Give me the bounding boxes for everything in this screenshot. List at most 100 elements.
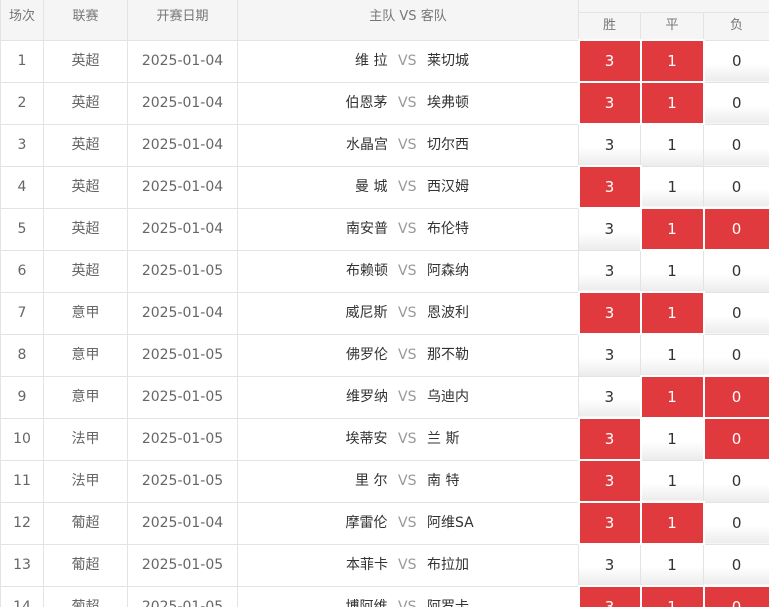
match-date: 2025-01-04 bbox=[127, 165, 238, 209]
league-name: 意甲 bbox=[43, 333, 128, 377]
match-date: 2025-01-05 bbox=[127, 585, 238, 607]
match-date: 2025-01-04 bbox=[127, 123, 238, 167]
vs-label: VS bbox=[398, 94, 417, 111]
header-draw: 平 bbox=[640, 12, 704, 41]
lose-option-button[interactable]: 0 bbox=[702, 39, 769, 83]
lose-option-button[interactable]: 0 bbox=[702, 123, 769, 167]
draw-option-button[interactable]: 1 bbox=[640, 417, 704, 461]
match-date: 2025-01-05 bbox=[127, 333, 238, 377]
away-team: 切尔西 bbox=[427, 136, 469, 153]
match-index: 3 bbox=[0, 123, 44, 167]
league-name: 英超 bbox=[43, 249, 128, 293]
lose-option-button[interactable]: 0 bbox=[702, 207, 769, 251]
draw-option-button[interactable]: 1 bbox=[639, 207, 705, 251]
vs-label: VS bbox=[398, 430, 417, 447]
header-index: 场次 bbox=[0, 0, 44, 41]
draw-option-button[interactable]: 1 bbox=[639, 291, 705, 335]
match-index: 10 bbox=[0, 417, 44, 461]
win-option-button[interactable]: 3 bbox=[577, 165, 642, 209]
draw-option-button[interactable]: 1 bbox=[639, 39, 705, 83]
draw-option-button[interactable]: 1 bbox=[639, 501, 705, 545]
match-date: 2025-01-04 bbox=[127, 81, 238, 125]
draw-option-button[interactable]: 1 bbox=[640, 543, 704, 587]
draw-option-button[interactable]: 1 bbox=[639, 81, 705, 125]
win-option-button[interactable]: 3 bbox=[577, 39, 642, 83]
away-team: 兰 斯 bbox=[427, 430, 460, 447]
header-league: 联赛 bbox=[43, 0, 128, 41]
vs-label: VS bbox=[398, 346, 417, 363]
win-option-button[interactable]: 3 bbox=[577, 417, 642, 461]
win-option-button[interactable]: 3 bbox=[577, 81, 642, 125]
lose-option-button[interactable]: 0 bbox=[702, 81, 769, 125]
league-name: 葡超 bbox=[43, 543, 128, 587]
league-name: 意甲 bbox=[43, 375, 128, 419]
home-team: 里 尔 bbox=[355, 472, 388, 489]
match-date: 2025-01-05 bbox=[127, 543, 238, 587]
match-date: 2025-01-05 bbox=[127, 417, 238, 461]
lose-option-button[interactable]: 0 bbox=[702, 375, 769, 419]
lose-option-button[interactable]: 0 bbox=[702, 417, 769, 461]
table-row: 4 英超 2025-01-04 曼 城 VS 西汉姆 3 1 0 bbox=[0, 165, 769, 209]
match-teams: 维 拉 VS 莱切城 bbox=[237, 39, 579, 83]
lose-option-button[interactable]: 0 bbox=[702, 249, 769, 293]
lose-option-button[interactable]: 0 bbox=[702, 459, 769, 503]
match-index: 13 bbox=[0, 543, 44, 587]
home-team: 埃蒂安 bbox=[345, 430, 388, 447]
away-team: 布伦特 bbox=[427, 220, 469, 237]
draw-option-button[interactable]: 1 bbox=[640, 165, 704, 209]
home-team: 摩雷伦 bbox=[345, 514, 388, 531]
table-header: 场次 联赛 开赛日期 主队 VS 客队 胜 平 负 bbox=[0, 0, 769, 41]
table-row: 8 意甲 2025-01-05 佛罗伦 VS 那不勒 3 1 0 bbox=[0, 333, 769, 377]
away-team: 恩波利 bbox=[427, 304, 469, 321]
draw-option-button[interactable]: 1 bbox=[640, 123, 704, 167]
lose-option-button[interactable]: 0 bbox=[702, 501, 769, 545]
win-option-button[interactable]: 3 bbox=[577, 291, 642, 335]
lose-option-button[interactable]: 0 bbox=[702, 165, 769, 209]
vs-label: VS bbox=[398, 556, 417, 573]
lose-option-button[interactable]: 0 bbox=[702, 333, 769, 377]
win-option-button[interactable]: 3 bbox=[578, 333, 641, 377]
home-team: 南安普 bbox=[346, 220, 388, 237]
lose-option-button[interactable]: 0 bbox=[702, 543, 769, 587]
win-option-button[interactable]: 3 bbox=[577, 585, 642, 607]
match-teams: 布赖顿 VS 阿森纳 bbox=[237, 249, 579, 293]
win-option-button[interactable]: 3 bbox=[578, 543, 641, 587]
match-teams: 曼 城 VS 西汉姆 bbox=[237, 165, 579, 209]
win-option-button[interactable]: 3 bbox=[577, 501, 642, 545]
vs-label: VS bbox=[398, 178, 417, 195]
match-index: 9 bbox=[0, 375, 44, 419]
win-option-button[interactable]: 3 bbox=[578, 123, 641, 167]
draw-option-button[interactable]: 1 bbox=[640, 333, 704, 377]
draw-option-button[interactable]: 1 bbox=[640, 249, 704, 293]
match-teams: 摩雷伦 VS 阿维SA bbox=[237, 501, 579, 545]
table-row: 6 英超 2025-01-05 布赖顿 VS 阿森纳 3 1 0 bbox=[0, 249, 769, 293]
match-date: 2025-01-04 bbox=[127, 501, 238, 545]
lottery-table-container: 场次 联赛 开赛日期 主队 VS 客队 胜 平 负 1 英超 2025-01-0… bbox=[0, 0, 769, 607]
league-name: 英超 bbox=[43, 165, 128, 209]
table-row: 14 葡超 2025-01-05 博阿维 VS 阿罗卡 3 1 0 bbox=[0, 585, 769, 607]
home-team: 维罗纳 bbox=[346, 388, 388, 405]
win-option-button[interactable]: 3 bbox=[578, 249, 641, 293]
league-name: 法甲 bbox=[43, 417, 128, 461]
match-index: 4 bbox=[0, 165, 44, 209]
draw-option-button[interactable]: 1 bbox=[639, 375, 705, 419]
table-row: 3 英超 2025-01-04 水晶宫 VS 切尔西 3 1 0 bbox=[0, 123, 769, 167]
vs-label: VS bbox=[398, 514, 417, 531]
match-date: 2025-01-04 bbox=[127, 39, 238, 83]
draw-option-button[interactable]: 1 bbox=[639, 585, 705, 607]
match-index: 14 bbox=[0, 585, 44, 607]
table-row: 1 英超 2025-01-04 维 拉 VS 莱切城 3 1 0 bbox=[0, 39, 769, 83]
vs-label: VS bbox=[398, 136, 417, 153]
lose-option-button[interactable]: 0 bbox=[702, 585, 769, 607]
league-name: 意甲 bbox=[43, 291, 128, 335]
draw-option-button[interactable]: 1 bbox=[640, 459, 704, 503]
match-teams: 本菲卡 VS 布拉加 bbox=[237, 543, 579, 587]
win-option-button[interactable]: 3 bbox=[578, 207, 641, 251]
home-team: 本菲卡 bbox=[346, 556, 388, 573]
match-index: 5 bbox=[0, 207, 44, 251]
win-option-button[interactable]: 3 bbox=[577, 459, 642, 503]
match-teams: 博阿维 VS 阿罗卡 bbox=[237, 585, 579, 607]
win-option-button[interactable]: 3 bbox=[578, 375, 641, 419]
lose-option-button[interactable]: 0 bbox=[702, 291, 769, 335]
match-teams: 威尼斯 VS 恩波利 bbox=[237, 291, 579, 335]
